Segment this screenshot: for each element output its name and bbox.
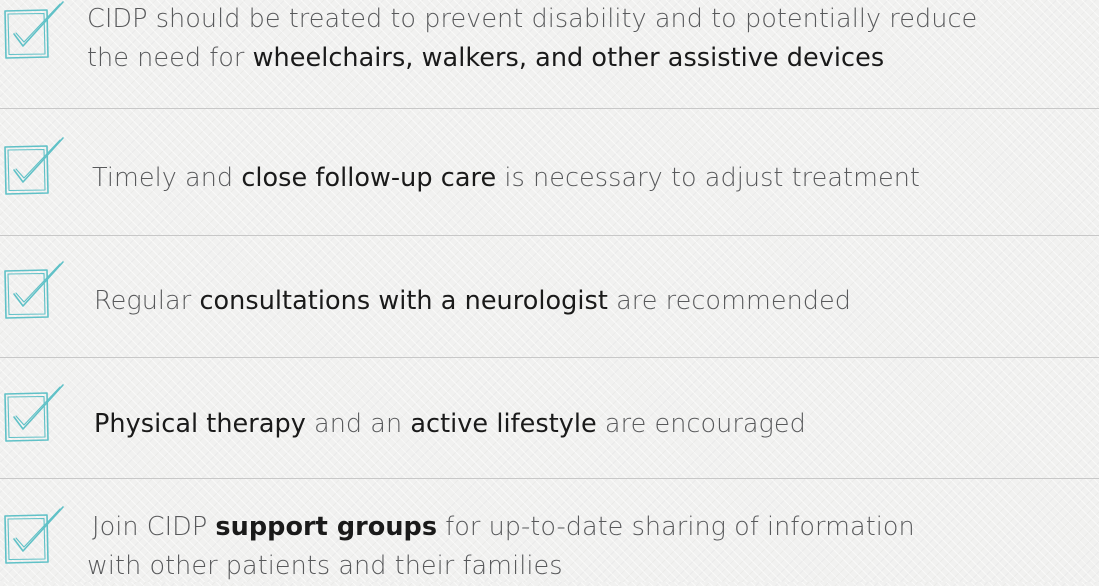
item-3-plain-a: Regular: [94, 286, 200, 316]
checkbox-checked-icon: [3, 0, 67, 62]
item-1-text: CIDP should be treated to prevent disabi…: [87, 0, 977, 78]
item-2-plain-a: Timely and: [92, 163, 242, 193]
item-2-highlight: close follow-up care: [241, 163, 497, 193]
checkbox-checked-icon: [3, 383, 67, 445]
item-4-highlight-a: Physical therapy: [94, 409, 306, 439]
item-4-plain-a: and an: [305, 409, 411, 439]
item-5-text: Join CIDP support groups for up-to-date …: [87, 508, 915, 586]
item-5-plain-b: for up-to-date sharing of information: [437, 512, 915, 542]
item-3-text: Regular consultations with a neurologist…: [94, 282, 851, 321]
item-2-plain-b: is necessary to adjust treatment: [496, 163, 920, 193]
item-1-highlight: wheelchairs, walkers, and other assistiv…: [252, 43, 885, 73]
item-5-bold: support groups: [215, 512, 438, 542]
divider: [0, 235, 1099, 236]
divider: [0, 478, 1099, 479]
item-5-line-2: with other patients and their families: [87, 551, 563, 581]
item-1-line-1: CIDP should be treated to prevent disabi…: [87, 4, 978, 34]
item-3-highlight: consultations with a neurologist: [199, 286, 608, 316]
item-4-text: Physical therapy and an active lifestyle…: [94, 405, 806, 444]
item-5-plain-a: Join CIDP: [92, 512, 216, 542]
divider: [0, 108, 1099, 109]
checkbox-checked-icon: [3, 260, 67, 322]
checkbox-checked-icon: [3, 136, 67, 198]
checkbox-checked-icon: [3, 505, 67, 567]
item-4-plain-b: are encouraged: [596, 409, 806, 439]
item-1-line-2-plain: the need for: [87, 43, 253, 73]
item-3-plain-b: are recommended: [607, 286, 852, 316]
item-2-text: Timely and close follow-up care is neces…: [92, 159, 920, 198]
item-4-highlight-b: active lifestyle: [410, 409, 597, 439]
divider: [0, 357, 1099, 358]
